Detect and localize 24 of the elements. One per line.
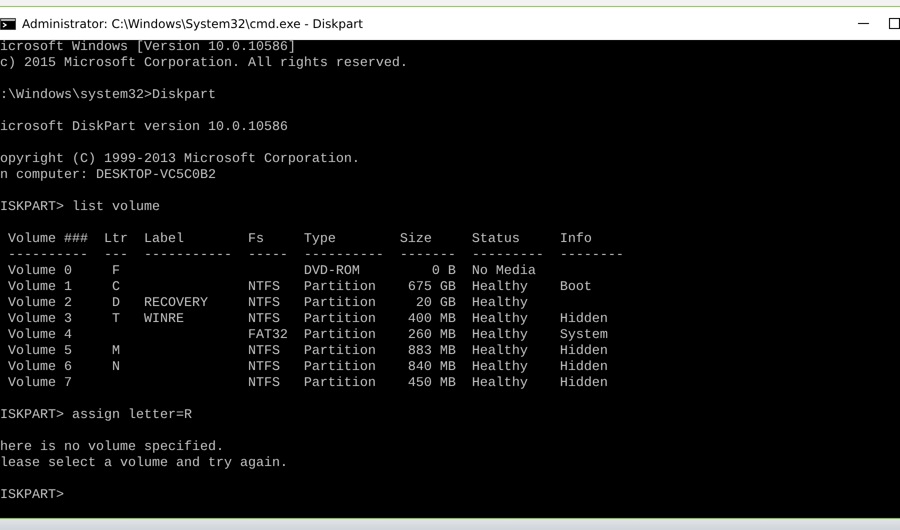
console-line: :\Windows\system32>Diskpart — [0, 88, 216, 104]
console-line: Volume ### Ltr Label Fs Type Size Status Info — [6, 232, 592, 248]
window-title: Administrator: C:\Windows\System32\cmd.exe - Diskpart — [22, 16, 363, 30]
console-line: icrosoft DiskPart version 10.0.10586 — [0, 120, 288, 136]
console-line: opyright (C) 1999-2013 Microsoft Corporation. — [0, 152, 360, 168]
console-line: here is no volume specified. — [0, 440, 224, 456]
console-line: Volume 0 F DVD-ROM 0 B No Media — [6, 264, 536, 280]
console-line: Volume 3 T WINRE NTFS Partition 400 MB Healthy Hidden — [6, 312, 608, 328]
console-line: c) 2015 Microsoft Corporation. All rights reserved. — [0, 56, 408, 72]
maximize-icon — [889, 18, 900, 29]
console-line: ISKPART> — [0, 488, 64, 504]
console-line: Volume 6 N NTFS Partition 840 MB Healthy Hidden — [6, 360, 608, 376]
console-line: ISKPART> list volume — [0, 200, 160, 216]
minimize-icon — [858, 23, 868, 24]
console-line: ISKPART> assign letter=R — [0, 408, 192, 424]
console-line: Volume 1 C NTFS Partition 675 GB Healthy Boot — [6, 280, 592, 296]
console-line: icrosoft Windows [Version 10.0.10586] — [0, 40, 296, 56]
console-line: lease select a volume and try again. — [0, 456, 288, 472]
console-line: n computer: DESKTOP-VC5C0B2 — [0, 168, 216, 184]
console-line: Volume 5 M NTFS Partition 883 MB Healthy Hidden — [6, 344, 608, 360]
console-line: Volume 4 FAT32 Partition 260 MB Healthy System — [6, 328, 608, 344]
console-line: ---------- --- ----------- ----- ---------- ------- --------- -------- — [6, 248, 624, 264]
console-line: Volume 2 D RECOVERY NTFS Partition 20 GB Healthy — [6, 296, 528, 312]
console-line: Volume 7 NTFS Partition 450 MB Healthy Hidden — [6, 376, 608, 392]
